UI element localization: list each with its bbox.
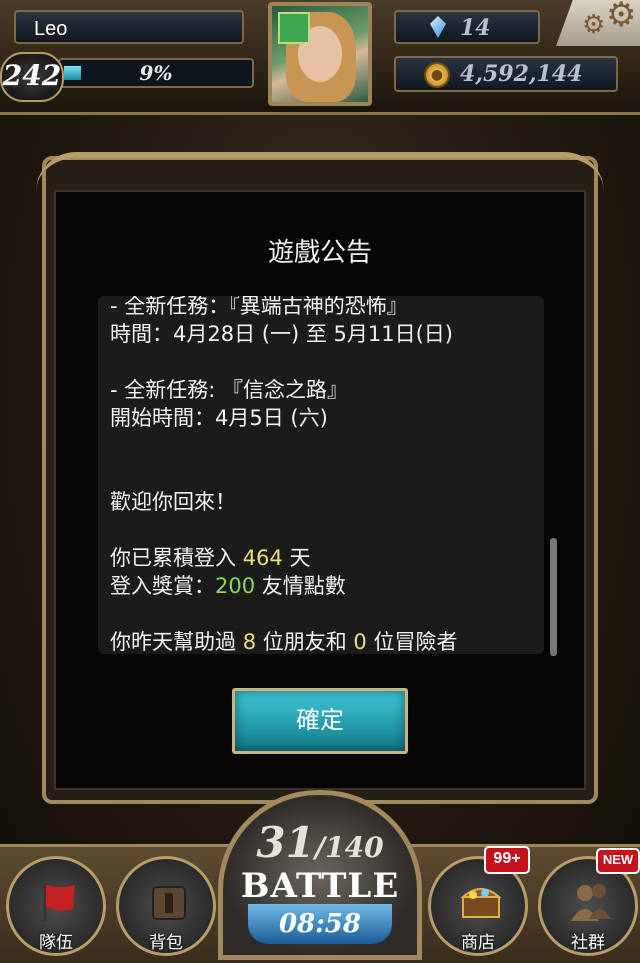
- announcement-line: - 全新任務: 『信念之路』: [110, 378, 349, 402]
- announcement-text-box[interactable]: - 全新任務：『異端古神的恐怖』 時間：4月28日 (一) 至 5月11日(日)…: [98, 296, 544, 654]
- confirm-button[interactable]: 確定: [232, 688, 408, 754]
- adventurers-helped: 0: [353, 630, 367, 654]
- social-new-badge: NEW: [596, 848, 640, 874]
- login-days-line: 你已累積登入 464 天: [110, 546, 311, 570]
- announcement-text: - 全新任務：『異端古神的恐怖』 時間：4月28日 (一) 至 5月11日(日)…: [110, 296, 530, 654]
- friends-icon: [571, 884, 611, 921]
- help-line: 你昨天幫助過 8 位朋友和 0 位冒險者: [110, 630, 458, 654]
- announcement-line: 時間：4月28日 (一) 至 5月11日(日): [110, 322, 453, 346]
- coin-counter: ● 4,592,144: [394, 56, 618, 92]
- coin-icon: ●: [424, 62, 450, 88]
- login-reward-line: 登入獎賞：200 友情點數: [110, 574, 346, 598]
- player-name[interactable]: Leo: [14, 10, 244, 44]
- friends-helped: 8: [242, 630, 257, 654]
- welcome-line: 歡迎你回來！: [110, 490, 236, 514]
- stamina-current: 31: [256, 818, 315, 867]
- team-label: 隊伍: [39, 933, 73, 953]
- announcement-line: 開始時間：4月5日 (六): [110, 406, 328, 430]
- gear-icon: ⚙: [606, 0, 637, 35]
- exp-percent: 9%: [139, 61, 173, 85]
- text-scrollbar[interactable]: [550, 538, 557, 656]
- dialog-title: 遊戲公告: [267, 238, 372, 268]
- battle-label: BATTLE: [240, 866, 400, 906]
- friend-points: 200: [215, 574, 256, 598]
- coin-count: 4,592,144: [460, 61, 583, 87]
- flag-icon: [43, 883, 75, 921]
- gear-icon: ⚙: [582, 10, 606, 40]
- exp-bar: 9%: [58, 58, 254, 88]
- bag-label: 背包: [149, 933, 183, 953]
- stamina-max: /140: [314, 831, 384, 864]
- stamina-count: 31/140: [218, 818, 422, 867]
- shop-label: 商店: [461, 933, 495, 953]
- social-label: 社群: [571, 933, 605, 953]
- gem-icon: [430, 16, 446, 38]
- announcement-line: - 全新任務：『異端古神的恐怖』: [110, 296, 408, 318]
- player-level: 242: [0, 52, 64, 102]
- gem-counter[interactable]: 14: [394, 10, 540, 44]
- element-icon: [278, 12, 310, 44]
- stamina-timer: 08:58: [248, 904, 392, 944]
- shop-badge: 99+: [484, 846, 530, 874]
- leader-portrait[interactable]: [268, 2, 372, 106]
- gem-count: 14: [460, 15, 491, 41]
- dialog-ornament: [36, 152, 604, 192]
- login-days: 464: [242, 546, 283, 570]
- backpack-icon: [152, 886, 186, 920]
- treasure-chest-icon: [460, 888, 502, 918]
